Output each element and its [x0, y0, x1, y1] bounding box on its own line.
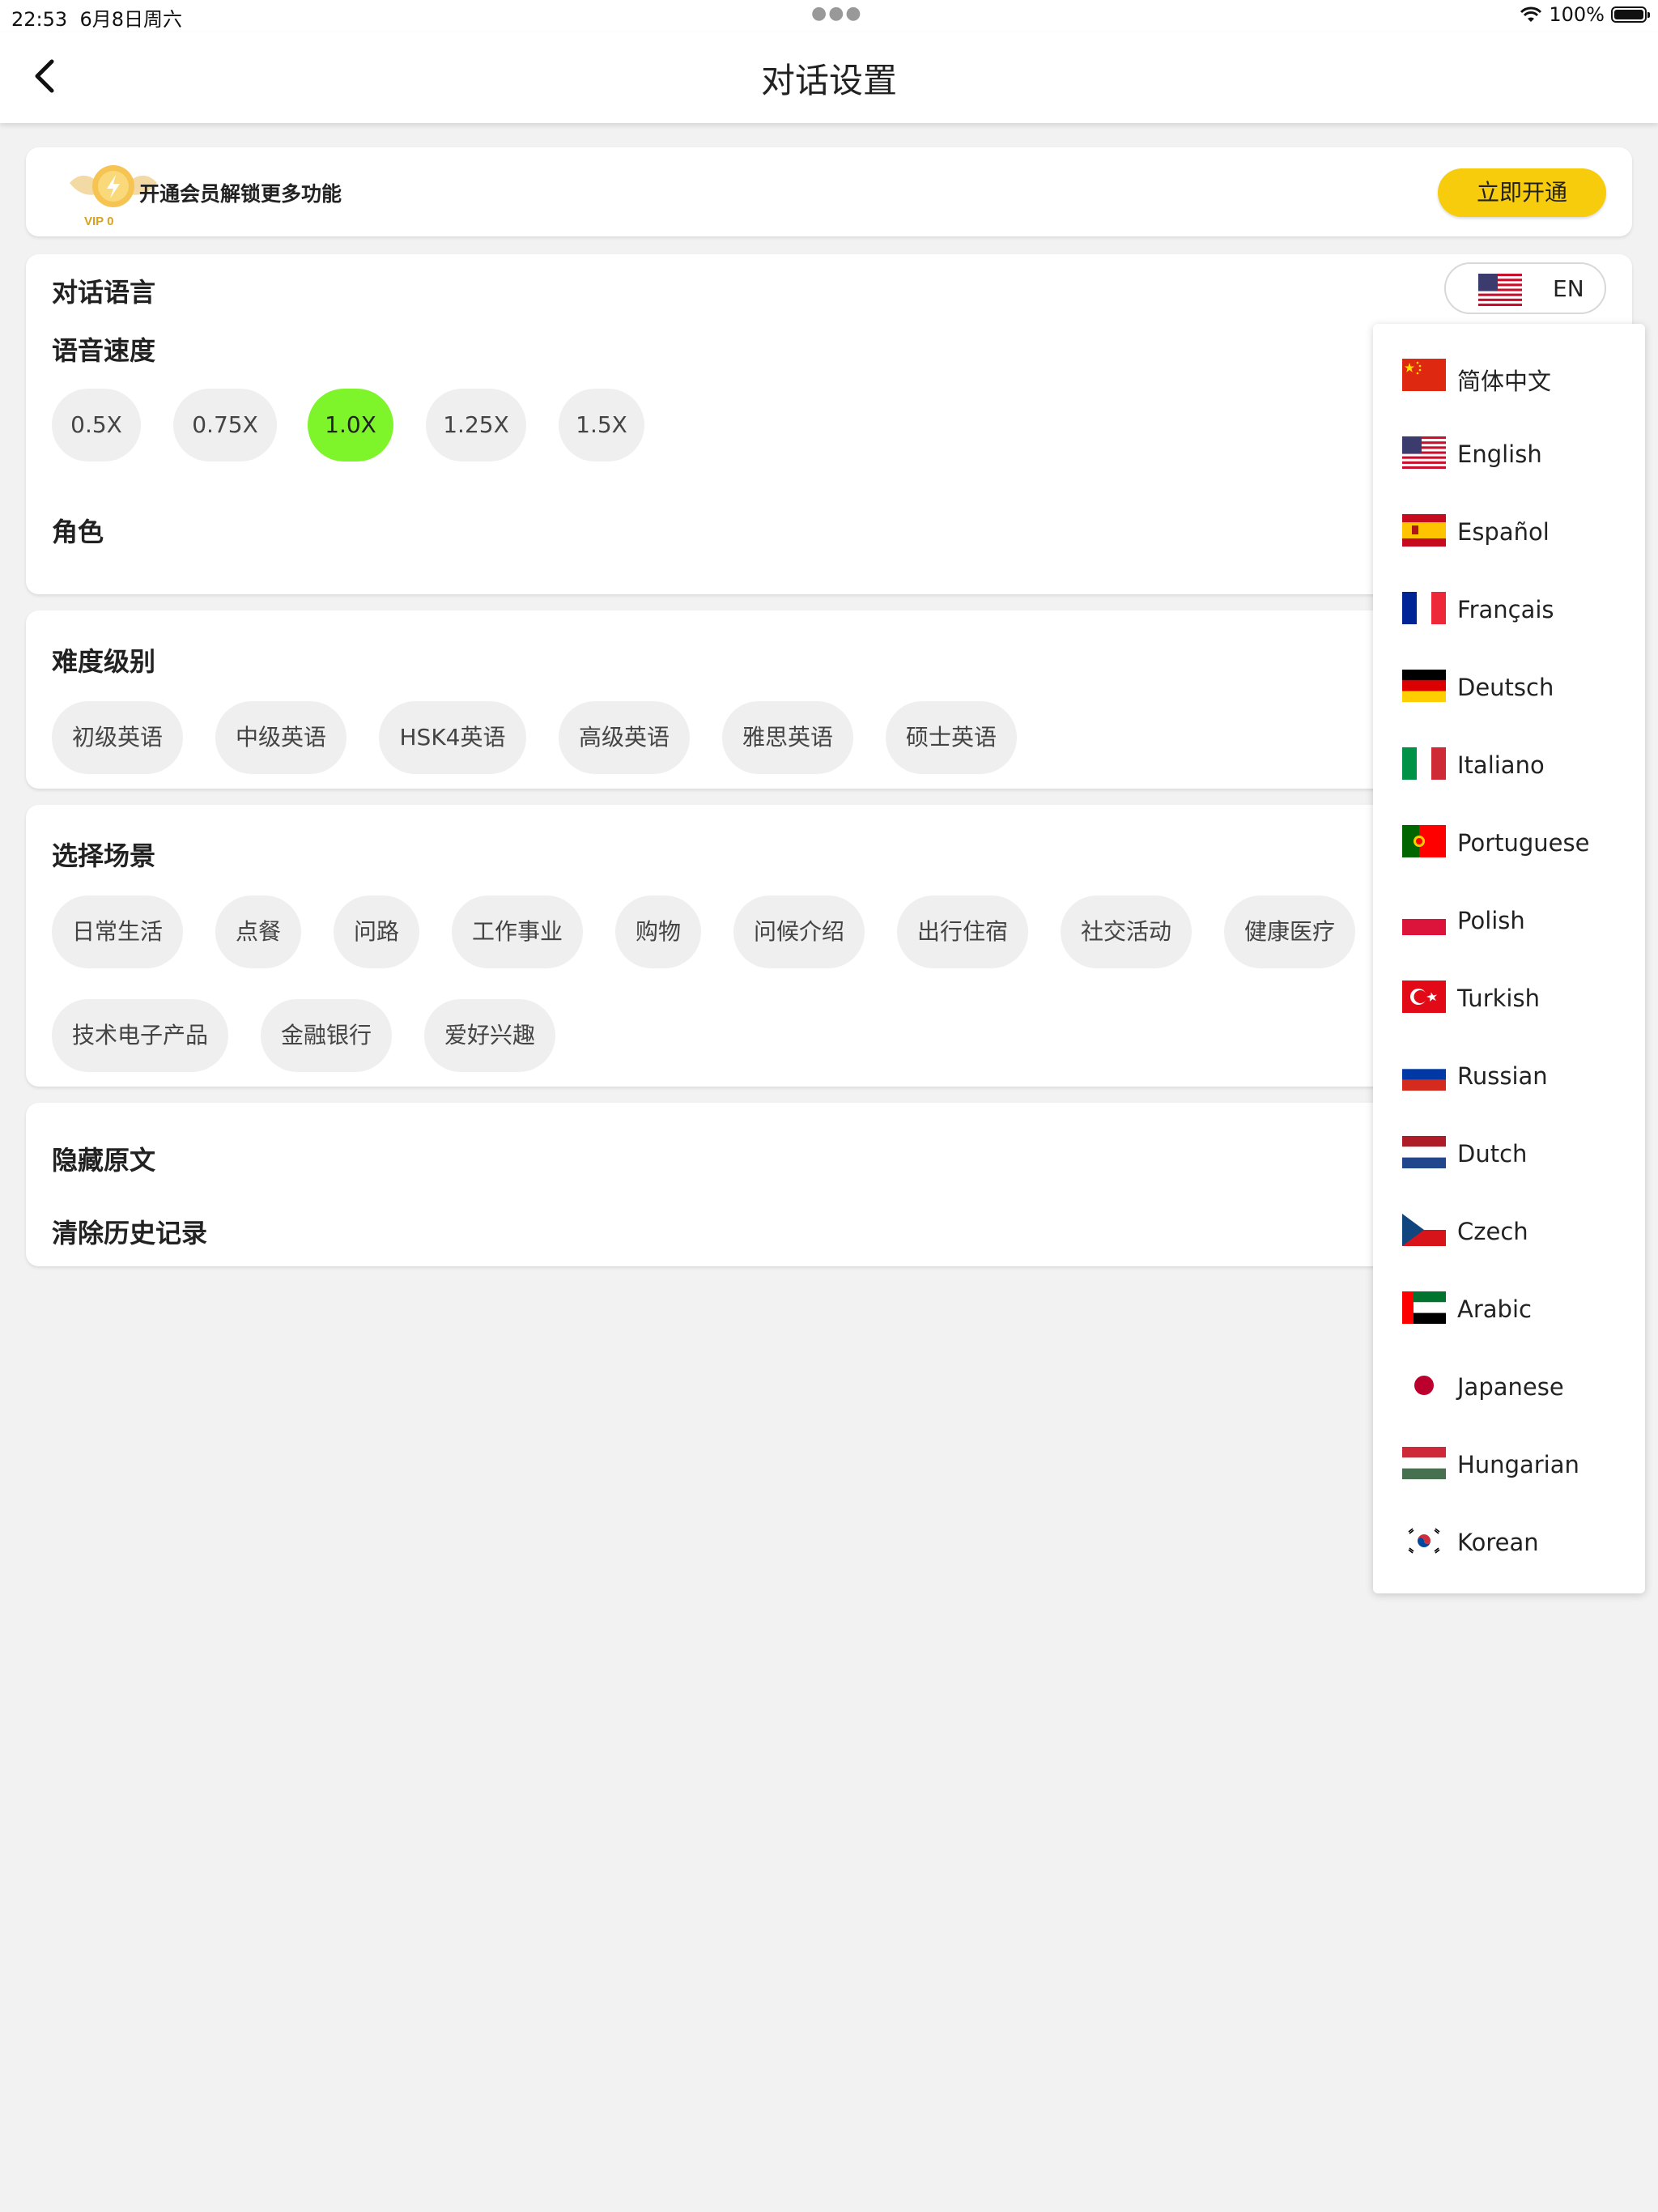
language-option-english[interactable]: English [1373, 415, 1645, 492]
germany-flag-icon [1402, 670, 1446, 702]
page-title: 对话设置 [760, 61, 897, 100]
role-title[interactable]: 角色 [52, 512, 104, 549]
language-option-label: Portuguese [1457, 829, 1590, 857]
speed-chip-1.5x[interactable]: 1.5X [559, 389, 644, 462]
language-option-german[interactable]: Deutsch [1373, 648, 1645, 725]
us-flag-icon [1478, 274, 1522, 306]
difficulty-chip[interactable]: 硕士英语 [886, 701, 1017, 774]
language-option-czech[interactable]: Czech [1373, 1192, 1645, 1270]
scene-chip[interactable]: 出行住宿 [897, 895, 1028, 968]
language-option-label: Deutsch [1457, 674, 1554, 701]
language-option-label: Turkish [1457, 985, 1540, 1012]
language-option-portuguese[interactable]: Portuguese [1373, 803, 1645, 881]
language-option-label: Arabic [1457, 1295, 1532, 1323]
battery-icon [1611, 6, 1650, 23]
scene-chip[interactable]: 问路 [334, 895, 419, 968]
poland-flag-icon [1402, 903, 1446, 935]
language-option-russian[interactable]: Russian [1373, 1036, 1645, 1114]
difficulty-chip[interactable]: 中级英语 [215, 701, 346, 774]
language-selector[interactable]: EN [1444, 262, 1606, 314]
language-option-hungarian[interactable]: Hungarian [1373, 1425, 1645, 1503]
difficulty-chip[interactable]: 高级英语 [559, 701, 690, 774]
scene-title: 选择场景 [52, 840, 156, 871]
portugal-flag-icon [1402, 825, 1446, 857]
vip-level-text: VIP 0 [84, 215, 113, 228]
language-option-turkish[interactable]: Turkish [1373, 959, 1645, 1036]
language-option-italian[interactable]: Italiano [1373, 725, 1645, 803]
difficulty-chip[interactable]: HSK4英语 [379, 701, 526, 774]
language-option-label: 简体中文 [1457, 368, 1552, 395]
russia-flag-icon [1402, 1058, 1446, 1091]
scene-chip[interactable]: 健康医疗 [1224, 895, 1355, 968]
nav-bar: 对话设置 [0, 32, 1658, 123]
china-flag-icon [1402, 359, 1446, 391]
language-code: EN [1553, 275, 1584, 302]
language-option-label: Czech [1457, 1218, 1528, 1245]
netherlands-flag-icon [1402, 1136, 1446, 1168]
language-option-japanese[interactable]: Japanese [1373, 1347, 1645, 1425]
hide-original-option[interactable]: 隐藏原文 [52, 1140, 155, 1177]
status-date: 6月8日周六 [79, 8, 182, 31]
language-option-french[interactable]: Français [1373, 570, 1645, 648]
us-flag-icon [1402, 436, 1446, 469]
scene-chip[interactable]: 日常生活 [52, 895, 183, 968]
language-title: 对话语言 [52, 277, 156, 308]
language-option-label: English [1457, 440, 1542, 468]
language-option-label: Korean [1457, 1529, 1539, 1556]
japan-flag-icon [1402, 1369, 1446, 1402]
hungary-flag-icon [1402, 1447, 1446, 1479]
speed-chip-1.25x[interactable]: 1.25X [426, 389, 526, 462]
status-right: 100% [1520, 3, 1650, 26]
language-option-label: Russian [1457, 1062, 1548, 1090]
multitasking-dots-icon[interactable]: ●●● [811, 3, 863, 23]
language-option-arabic[interactable]: Arabic [1373, 1270, 1645, 1347]
scene-chip[interactable]: 购物 [615, 895, 701, 968]
status-time: 22:53 6月8日周六 [11, 8, 182, 31]
scene-chip[interactable]: 问候介绍 [733, 895, 865, 968]
language-option-label: Japanese [1457, 1373, 1564, 1401]
speed-chip-0.75x[interactable]: 0.75X [173, 389, 277, 462]
language-option-dutch[interactable]: Dutch [1373, 1114, 1645, 1192]
clear-history-option[interactable]: 清除历史记录 [52, 1213, 207, 1250]
status-bar: 22:53 6月8日周六 ●●● 100% [0, 0, 1658, 32]
france-flag-icon [1402, 592, 1446, 624]
difficulty-title: 难度级别 [52, 646, 156, 677]
wifi-icon [1520, 6, 1542, 22]
scene-chip[interactable]: 工作事业 [452, 895, 583, 968]
language-option-label: Polish [1457, 907, 1525, 934]
language-option-label: Dutch [1457, 1140, 1528, 1168]
turkey-flag-icon [1402, 981, 1446, 1013]
language-option-polish[interactable]: Polish [1373, 881, 1645, 959]
scene-chip[interactable]: 技术电子产品 [52, 999, 228, 1072]
scene-chip[interactable]: 点餐 [215, 895, 301, 968]
scene-chip[interactable]: 金融银行 [261, 999, 392, 1072]
language-option-korean[interactable]: Korean [1373, 1503, 1645, 1580]
language-option-label: Español [1457, 518, 1550, 546]
scene-chip[interactable]: 爱好兴趣 [424, 999, 555, 1072]
language-option-label: Italiano [1457, 751, 1545, 779]
speed-chip-1.0x[interactable]: 1.0X [308, 389, 393, 462]
open-vip-button[interactable]: 立即开通 [1438, 168, 1606, 217]
czech-flag-icon [1402, 1214, 1446, 1246]
language-option-spanish[interactable]: Español [1373, 492, 1645, 570]
language-dropdown: 简体中文 English Español Français Deutsch It… [1373, 324, 1645, 1593]
language-option-chinese[interactable]: 简体中文 [1373, 337, 1645, 415]
italy-flag-icon [1402, 747, 1446, 780]
speed-chip-0.5x[interactable]: 0.5X [52, 389, 141, 462]
spain-flag-icon [1402, 514, 1446, 547]
scene-chip[interactable]: 社交活动 [1061, 895, 1192, 968]
battery-percent: 100% [1549, 3, 1605, 26]
korea-flag-icon [1402, 1525, 1446, 1557]
vip-banner[interactable]: VIP 0 开通会员解锁更多功能 立即开通 [26, 147, 1632, 236]
difficulty-chip[interactable]: 雅思英语 [722, 701, 853, 774]
uae-flag-icon [1402, 1291, 1446, 1324]
language-option-label: Français [1457, 596, 1554, 623]
difficulty-chip[interactable]: 初级英语 [52, 701, 183, 774]
language-option-label: Hungarian [1457, 1451, 1579, 1478]
speed-title: 语音速度 [52, 335, 156, 366]
vip-message: 开通会员解锁更多功能 [139, 182, 342, 206]
